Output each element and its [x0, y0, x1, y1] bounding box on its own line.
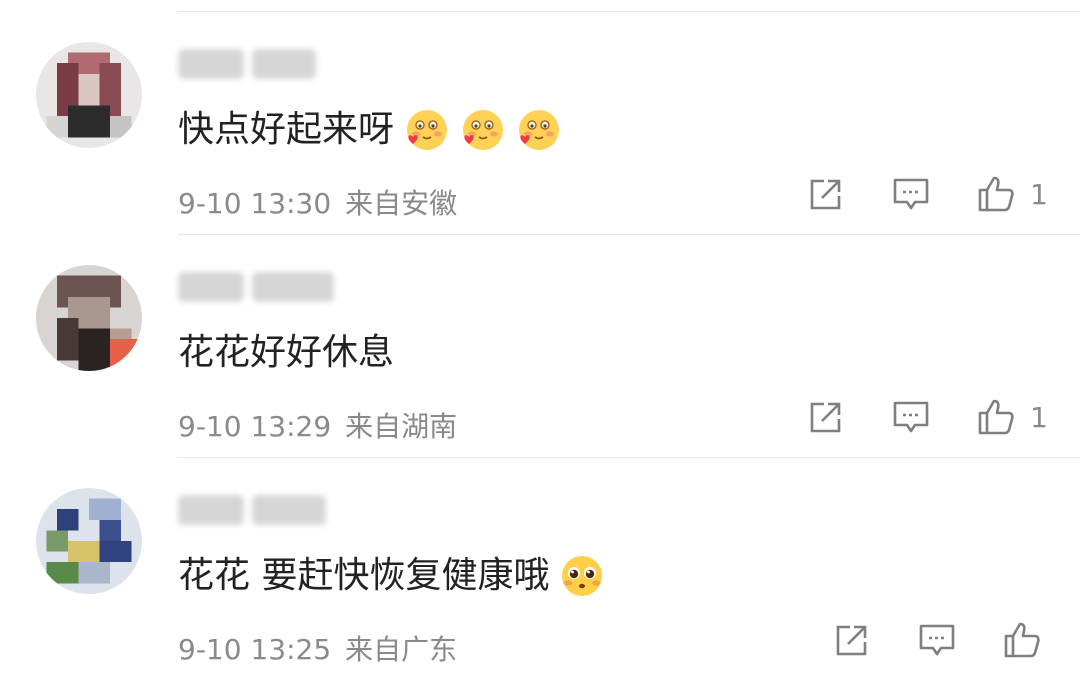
like-button[interactable]: 1 [976, 393, 1048, 441]
comment-text: 花花好好休息 [178, 332, 395, 373]
share-button[interactable] [832, 616, 872, 664]
share-button[interactable] [806, 170, 846, 218]
comment-meta: 9-10 13:30 来自安徽 [178, 184, 457, 224]
thumbs-up-icon [978, 399, 1014, 435]
reply-button[interactable] [891, 393, 931, 441]
comment-item: 花花好好休息 9-10 13:29 来自湖南 1 [0, 235, 1080, 457]
blush-heart-emoji [404, 107, 450, 153]
comment-icon [893, 401, 929, 433]
comment-content: 花花好好休息 [178, 327, 394, 379]
share-button[interactable] [806, 393, 846, 441]
comment-meta: 9-10 13:25 来自广东 [178, 630, 457, 670]
comment-content: 快点好起来呀 [178, 104, 562, 156]
share-icon [810, 179, 841, 210]
pleading-face-emoji [559, 553, 605, 599]
avatar[interactable] [36, 42, 142, 148]
comment-location: 来自安徽 [345, 187, 458, 220]
thumbs-up-icon [1004, 622, 1040, 658]
like-button[interactable] [1002, 616, 1042, 664]
comment-time: 9-10 13:30 [178, 187, 332, 220]
comment-text: 花花 要赶快恢复健康哦 [178, 555, 550, 596]
comment-text: 快点好起来呀 [178, 109, 395, 150]
comment-meta: 9-10 13:29 来自湖南 [178, 407, 457, 447]
comment-time: 9-10 13:25 [178, 633, 332, 666]
username-blurred[interactable] [178, 44, 316, 84]
share-icon [810, 402, 841, 433]
like-button[interactable]: 1 [976, 170, 1048, 218]
blush-heart-emoji [460, 107, 506, 153]
comment-content: 花花 要赶快恢复健康哦 [178, 550, 605, 602]
share-icon [836, 625, 867, 656]
username-blurred[interactable] [178, 267, 334, 307]
comment-icon [893, 178, 929, 210]
reply-button[interactable] [891, 170, 931, 218]
comment-icon [919, 624, 955, 656]
comment-item: 快点好起来呀 9-10 13:30 来自安徽 1 [0, 12, 1080, 234]
blush-heart-emoji [516, 107, 562, 153]
comment-location: 来自广东 [345, 633, 458, 666]
like-count: 1 [1030, 400, 1048, 434]
comment-time: 9-10 13:29 [178, 410, 332, 443]
username-blurred[interactable] [178, 490, 326, 530]
avatar[interactable] [36, 265, 142, 371]
reply-button[interactable] [917, 616, 957, 664]
comment-item: 花花 要赶快恢复健康哦 9-10 13:25 来自广东 [0, 458, 1080, 680]
comment-location: 来自湖南 [345, 410, 458, 443]
avatar[interactable] [36, 488, 142, 594]
like-count: 1 [1030, 177, 1048, 211]
thumbs-up-icon [978, 176, 1014, 212]
